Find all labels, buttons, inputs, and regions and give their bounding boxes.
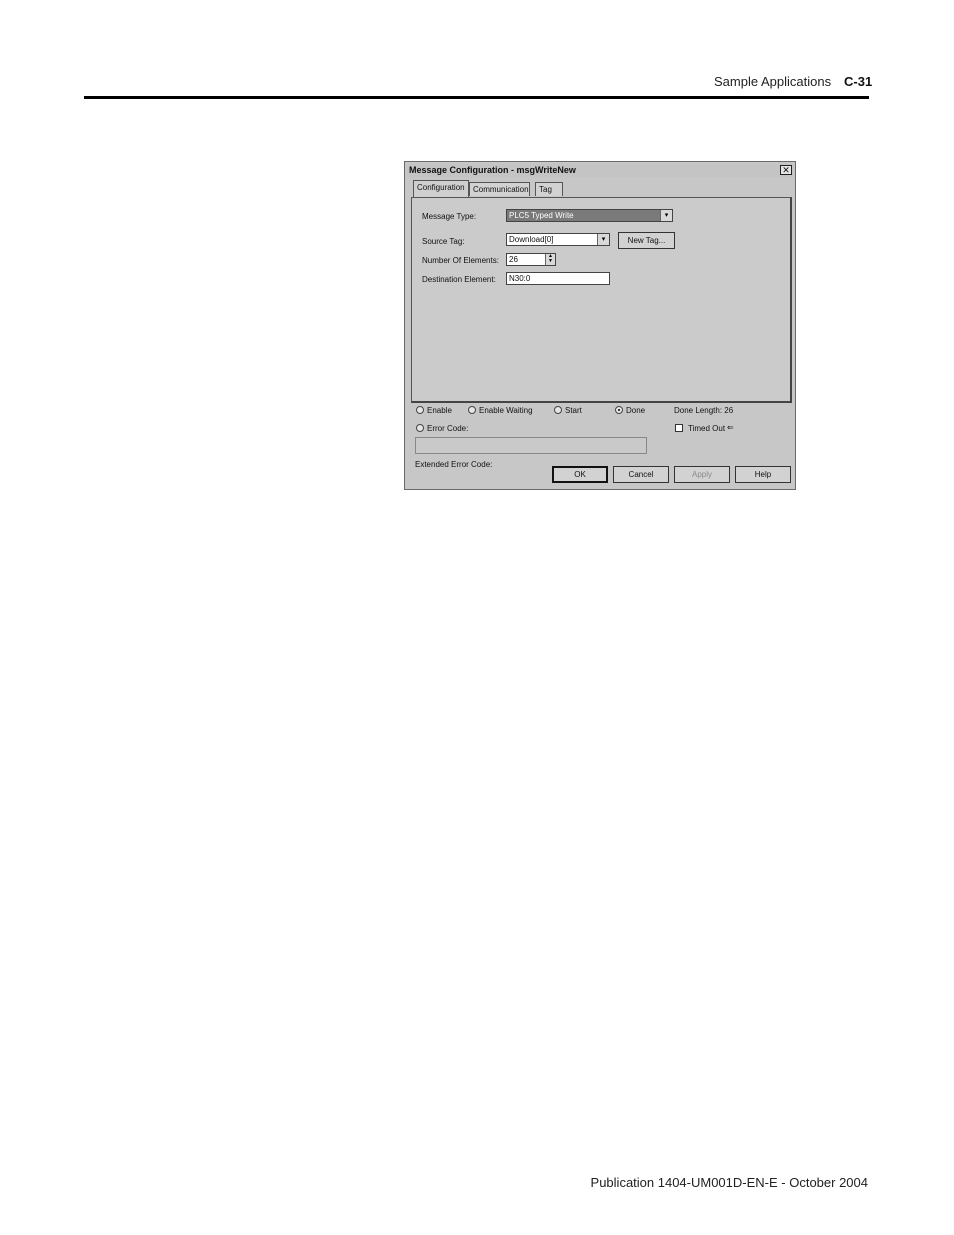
header-rule	[84, 96, 869, 99]
extended-error-code-label: Extended Error Code:	[415, 460, 493, 469]
tab-communication[interactable]: Communication	[469, 182, 530, 196]
spinner-arrows-icon[interactable]: ▲ ▼	[545, 254, 555, 265]
error-code-label: Error Code:	[427, 424, 469, 433]
chevron-down-icon[interactable]: ▾	[597, 234, 609, 245]
dest-element-label: Destination Element:	[422, 275, 496, 284]
spin-down-icon[interactable]: ▼	[546, 259, 555, 264]
start-label: Start	[565, 406, 582, 415]
ok-button[interactable]: OK	[552, 466, 608, 483]
apply-button[interactable]: Apply	[674, 466, 730, 483]
close-icon[interactable]: ✕	[780, 165, 792, 175]
enable-label: Enable	[427, 406, 452, 415]
enable-indicator	[416, 406, 424, 414]
dest-element-value: N30:0	[509, 274, 531, 283]
source-tag-select[interactable]: Download[0] ▾	[506, 233, 610, 246]
section-title: Sample Applications	[714, 74, 832, 89]
new-tag-button[interactable]: New Tag...	[618, 232, 675, 249]
page-number: C-31	[844, 74, 873, 89]
num-elements-label: Number Of Elements:	[422, 256, 499, 265]
configuration-panel: Message Type: PLC5 Typed Write ▾ Source …	[411, 197, 792, 403]
enable-waiting-indicator	[468, 406, 476, 414]
message-configuration-dialog: Message Configuration - msgWriteNew ✕ Co…	[404, 161, 796, 490]
arrow-left-icon: ⇐	[727, 423, 734, 432]
message-type-value: PLC5 Typed Write	[509, 211, 574, 220]
dialog-titlebar: Message Configuration - msgWriteNew ✕	[407, 164, 793, 177]
dest-element-input[interactable]: N30:0	[506, 272, 610, 285]
dialog-title: Message Configuration - msgWriteNew	[409, 165, 576, 175]
chevron-down-icon[interactable]: ▾	[660, 210, 672, 221]
timed-out-checkbox[interactable]	[675, 424, 683, 432]
message-type-label: Message Type:	[422, 212, 477, 221]
done-label: Done	[626, 406, 646, 415]
error-code-indicator	[416, 424, 424, 432]
done-length: Done Length: 26	[674, 406, 734, 415]
start-indicator	[554, 406, 562, 414]
enable-waiting-label: Enable Waiting	[479, 406, 533, 415]
cancel-button[interactable]: Cancel	[613, 466, 669, 483]
num-elements-value: 26	[509, 255, 518, 264]
tab-configuration[interactable]: Configuration	[413, 180, 469, 197]
publication-footer: Publication 1404-UM001D-EN-E - October 2…	[590, 1175, 868, 1190]
message-type-select[interactable]: PLC5 Typed Write ▾	[506, 209, 673, 222]
tab-tag[interactable]: Tag	[535, 182, 563, 196]
error-text-box	[415, 437, 647, 454]
help-button[interactable]: Help	[735, 466, 791, 483]
source-tag-label: Source Tag:	[422, 237, 465, 246]
done-indicator	[615, 406, 623, 414]
timed-out-label: Timed Out	[688, 424, 726, 433]
num-elements-stepper[interactable]: 26 ▲ ▼	[506, 253, 556, 266]
source-tag-value: Download[0]	[509, 235, 554, 244]
